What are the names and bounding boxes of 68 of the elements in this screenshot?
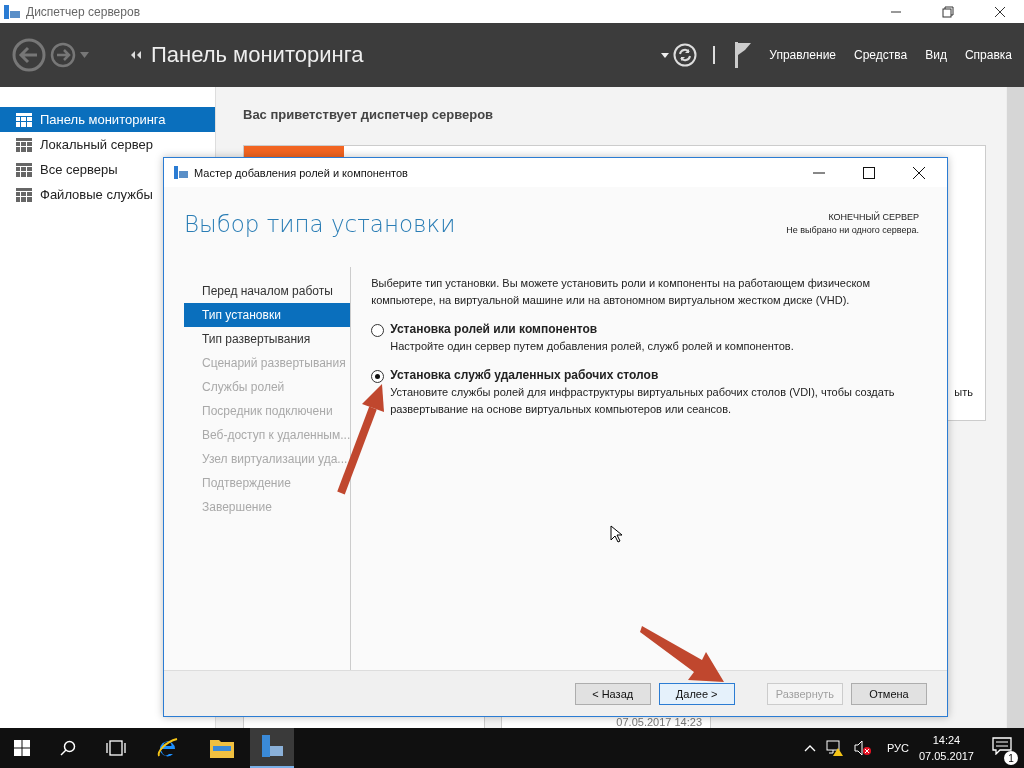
maximize-icon[interactable] xyxy=(863,166,875,179)
forward-icon[interactable] xyxy=(50,42,76,68)
back-icon[interactable] xyxy=(12,38,46,72)
wizard-step[interactable]: Тип установки xyxy=(184,303,351,327)
notification-icon[interactable] xyxy=(992,737,1012,755)
dropdown-icon[interactable] xyxy=(661,52,670,58)
refresh-icon[interactable] xyxy=(673,43,698,67)
folder-icon[interactable] xyxy=(210,738,234,758)
timestamp: 07.05.2017 14:23 xyxy=(616,716,702,728)
wizard-step: Подтверждение xyxy=(184,471,351,495)
option-title[interactable]: Установка ролей или компонентов xyxy=(390,321,911,338)
menu-item[interactable]: Управление xyxy=(769,48,837,62)
wizard-heading: Выбор типа установки xyxy=(184,211,456,239)
server-manager-taskbar-button[interactable] xyxy=(250,728,294,768)
muted-speaker-icon[interactable] xyxy=(853,740,872,756)
wizard-step: Посредник подключени xyxy=(184,399,351,423)
menu-item[interactable]: Средства xyxy=(854,48,908,62)
dialog-button[interactable]: < Назад xyxy=(574,682,651,705)
restore-icon[interactable] xyxy=(942,5,954,18)
sidebar-item[interactable]: Локальный сервер xyxy=(0,132,215,157)
wizard-step: Сценарий развертывания xyxy=(184,351,351,375)
nav-icon xyxy=(16,137,32,152)
language-indicator[interactable]: РУС xyxy=(886,742,909,754)
wizard-icon xyxy=(174,166,188,179)
server-manager-icon xyxy=(4,4,20,19)
wizard-step: Узел виртуализации уда... xyxy=(184,447,351,471)
wizard-step[interactable]: Перед началом работы xyxy=(184,279,351,303)
nav-icon xyxy=(16,112,32,127)
text-fragment: ыть xyxy=(954,386,973,398)
chevron-up-icon[interactable] xyxy=(803,744,816,752)
dialog-button[interactable]: Отмена xyxy=(851,682,927,705)
dialog-title: Мастер добавления ролей и компонентов xyxy=(194,166,408,179)
radio-button[interactable] xyxy=(371,324,385,337)
clock-date[interactable]: 07.05.2017 xyxy=(918,748,974,764)
target-server-label: КОНЕЧНЫЙ СЕРВЕР xyxy=(828,211,919,224)
double-chevron-icon xyxy=(131,51,141,59)
intro-text: Выберите тип установки. Вы можете установить роли и компоненты на работающем физическом компьютере, на виртуальной машине или на автономном виртуальном жестком диске (VHD). xyxy=(371,276,871,308)
target-server-value: Не выбрано ни одного сервера. xyxy=(786,224,919,237)
mouse-cursor-icon xyxy=(610,525,622,543)
wizard-step: Веб-доступ к удаленным... xyxy=(184,423,351,447)
dialog-button[interactable]: Далее > xyxy=(658,682,735,705)
notification-count: 1 xyxy=(1004,751,1018,765)
window-title: Диспетчер серверов xyxy=(26,4,141,19)
start-icon[interactable] xyxy=(14,740,30,756)
search-icon[interactable] xyxy=(60,740,76,756)
option-description: Установите службы ролей для инфраструктуры виртуальных рабочих столов (VDI), чтобы создать развертывание на основе виртуальных компьютеров или сеансов. xyxy=(390,385,896,417)
task-view-icon[interactable] xyxy=(106,740,126,756)
menu-item[interactable]: Справка xyxy=(964,48,1012,62)
sidebar-item[interactable]: Панель мониторинга xyxy=(0,107,215,132)
menu-item[interactable]: Вид xyxy=(925,48,947,62)
flag-icon[interactable] xyxy=(735,42,752,68)
breadcrumb-title: Панель мониторинга xyxy=(151,42,364,68)
radio-button[interactable] xyxy=(371,370,385,383)
sidebar-item[interactable]: Файловые службы xyxy=(0,182,215,207)
nav-icon xyxy=(16,187,32,202)
wizard-step: Службы ролей xyxy=(184,375,351,399)
scrollbar[interactable] xyxy=(1006,87,1024,728)
wizard-step[interactable]: Тип развертывания xyxy=(184,327,351,351)
server-toolbox-icon xyxy=(260,735,284,759)
wizard-step: Завершение xyxy=(184,495,351,519)
option-title[interactable]: Установка служб удаленных рабочих столов xyxy=(390,367,911,384)
clock-time[interactable]: 14:24 xyxy=(932,732,961,748)
nav-icon xyxy=(16,162,32,177)
close-icon[interactable] xyxy=(994,5,1006,18)
close-icon[interactable] xyxy=(913,166,925,179)
option-description: Настройте один сервер путем добавления ролей, служб ролей и компонентов. xyxy=(390,339,795,354)
welcome-heading: Вас приветствует диспетчер серверов xyxy=(243,107,495,124)
network-warning-icon[interactable] xyxy=(825,740,844,756)
